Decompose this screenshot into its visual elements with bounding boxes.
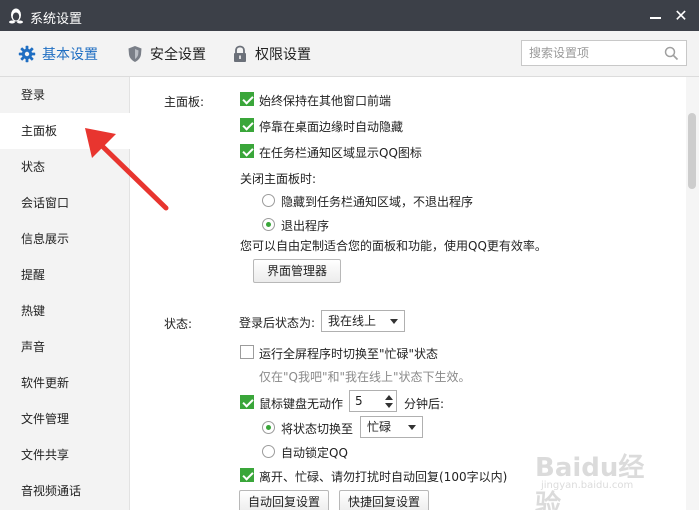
auto-hide-checkbox[interactable]: [240, 118, 254, 132]
qq-penguin-icon: [9, 8, 23, 24]
login-status-select[interactable]: 我在线上: [321, 310, 405, 332]
idle-switch-radio[interactable]: [262, 421, 275, 434]
auto-lock-radio[interactable]: [262, 445, 275, 458]
title-bar: 系统设置 ✕: [0, 0, 699, 31]
exit-program-label: 退出程序: [281, 219, 330, 233]
tab-security-settings-label: 安全设置: [150, 47, 206, 63]
exit-program-radio[interactable]: [262, 218, 275, 231]
hide-to-tray-label: 隐藏到任务栏通知区域，不退出程序: [281, 195, 474, 209]
minimize-button[interactable]: [648, 8, 664, 24]
tab-security-settings[interactable]: 安全设置: [126, 31, 206, 77]
idle-checkbox[interactable]: [240, 395, 254, 409]
sidebar-item-av-call[interactable]: 音视频通话: [0, 473, 130, 509]
sidebar-item-sound[interactable]: 声音: [0, 329, 130, 365]
idle-status-select[interactable]: 忙碌: [360, 416, 423, 438]
idle-switch-label: 将状态切换至: [281, 422, 354, 436]
chevron-down-icon: [390, 319, 398, 324]
shield-icon: [128, 46, 142, 62]
sidebar-item-chat-window[interactable]: 会话窗口: [0, 185, 130, 221]
tab-permission-settings[interactable]: 权限设置: [231, 31, 311, 77]
baidu-watermark: Baidu经验 jingyan.baidu.com: [535, 447, 665, 510]
stepper-up-icon[interactable]: [385, 395, 393, 400]
status-section-label: 状态:: [164, 317, 193, 331]
window-title: 系统设置: [30, 12, 83, 27]
idle-status-value: 忙碌: [367, 420, 392, 434]
search-icon[interactable]: [664, 46, 679, 61]
sidebar-item-hotkeys[interactable]: 热键: [0, 293, 130, 329]
stepper-down-icon[interactable]: [385, 403, 393, 408]
close-panel-label: 关闭主面板时:: [240, 172, 317, 186]
auto-lock-label: 自动锁定QQ: [281, 446, 348, 460]
search-box: [521, 40, 687, 66]
watermark-sub: jingyan.baidu.com: [541, 480, 634, 491]
always-on-top-label: 始终保持在其他窗口前端: [259, 94, 392, 108]
close-button[interactable]: ✕: [673, 8, 689, 24]
fullscreen-busy-checkbox[interactable]: [240, 345, 254, 359]
tab-basic-settings[interactable]: 基本设置: [18, 31, 98, 77]
tab-basic-settings-label: 基本设置: [42, 47, 98, 63]
idle-minutes-value: 5: [355, 394, 363, 408]
auto-reply-settings-button[interactable]: 自动回复设置: [239, 490, 329, 510]
quick-reply-settings-button[interactable]: 快捷回复设置: [339, 490, 429, 510]
fullscreen-busy-label: 运行全屏程序时切换至"忙碌"状态: [259, 347, 439, 361]
idle-label: 鼠标键盘无动作: [259, 397, 344, 411]
tray-icon-label: 在任务栏通知区域显示QQ图标: [259, 146, 422, 160]
gear-icon: [18, 45, 36, 63]
always-on-top-checkbox[interactable]: [240, 92, 254, 106]
fullscreen-busy-hint: 仅在"Q我吧"和"我在线上"状态下生效。: [259, 370, 471, 384]
auto-reply-checkbox[interactable]: [240, 468, 254, 482]
lock-icon: [234, 45, 246, 62]
main-panel-section-label: 主面板:: [164, 95, 205, 109]
settings-content: 主面板: 始终保持在其他窗口前端 停靠在桌面边缘时自动隐藏 在任务栏通知区域显示…: [131, 77, 686, 510]
tray-icon-checkbox[interactable]: [240, 144, 254, 158]
sidebar-item-file-sharing[interactable]: 文件共享: [0, 437, 130, 473]
top-nav: 基本设置 安全设置 权限设置: [0, 31, 699, 77]
sidebar: 登录 主面板 状态 会话窗口 信息展示 提醒 热键 声音 软件更新 文件管理 文…: [0, 77, 131, 510]
auto-reply-label: 离开、忙碌、请勿打扰时自动回复(100字以内): [259, 470, 508, 484]
idle-minutes-suffix: 分钟后:: [404, 397, 445, 411]
search-input[interactable]: [522, 41, 658, 65]
sidebar-item-file-management[interactable]: 文件管理: [0, 401, 130, 437]
sidebar-item-info-display[interactable]: 信息展示: [0, 221, 130, 257]
interface-manager-button[interactable]: 界面管理器: [253, 259, 341, 283]
scrollbar-thumb[interactable]: [688, 113, 696, 189]
watermark-text: Baidu经验: [535, 453, 645, 510]
sidebar-item-status[interactable]: 状态: [0, 149, 130, 185]
hide-to-tray-radio[interactable]: [262, 194, 275, 207]
vertical-scrollbar[interactable]: [686, 77, 699, 510]
chevron-down-icon: [408, 425, 416, 430]
idle-minutes-stepper[interactable]: 5: [349, 390, 397, 412]
customize-hint: 您可以自由定制适合您的面板和功能，使用QQ更有效率。: [240, 239, 547, 253]
sidebar-item-login[interactable]: 登录: [0, 77, 130, 113]
sidebar-item-reminder[interactable]: 提醒: [0, 257, 130, 293]
sidebar-item-software-update[interactable]: 软件更新: [0, 365, 130, 401]
login-status-label: 登录后状态为:: [239, 316, 316, 330]
sidebar-item-main-panel[interactable]: 主面板: [0, 113, 131, 149]
login-status-value: 我在线上: [328, 314, 377, 328]
tab-permission-settings-label: 权限设置: [255, 47, 311, 63]
auto-hide-label: 停靠在桌面边缘时自动隐藏: [259, 120, 404, 134]
